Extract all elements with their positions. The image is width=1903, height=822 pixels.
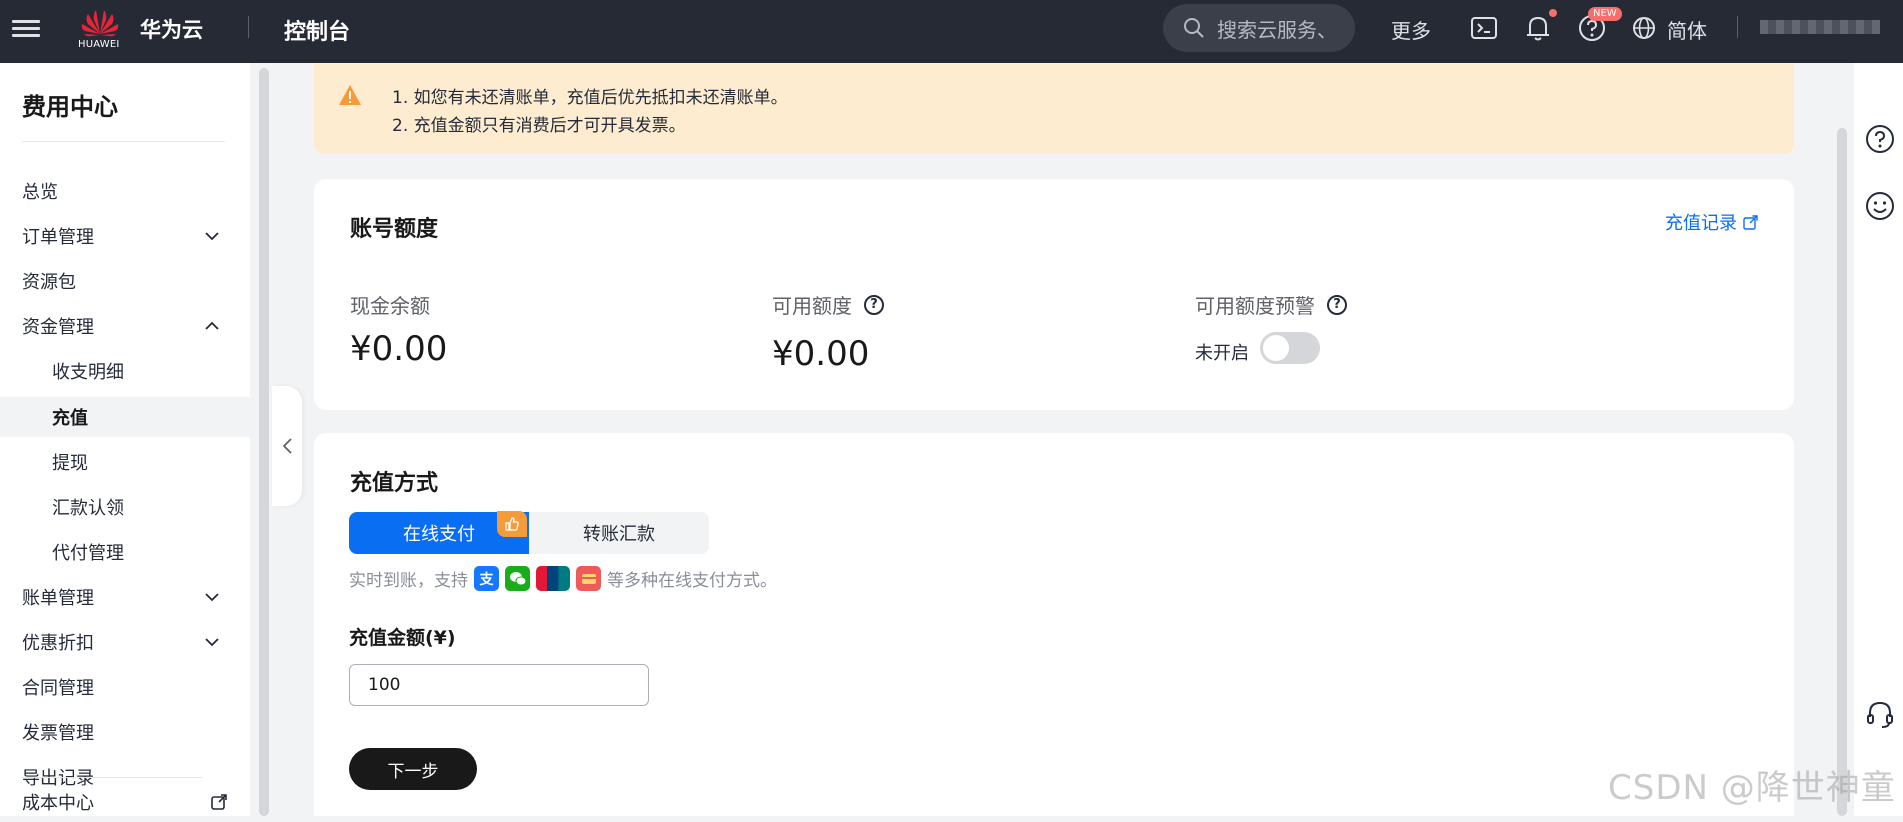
console-title[interactable]: 控制台 [284,14,350,46]
notice-line-1: 1. 如您有未还清账单，充值后优先抵扣未还清账单。 [392,88,788,108]
recharge-records-link[interactable]: 充值记录 [1665,209,1758,235]
sidebar-title: 费用中心 [22,93,118,121]
sidebar-item-label: 资金管理 [22,317,94,338]
sidebar-item-label: 汇款认领 [52,498,124,519]
recharge-records-label: 充值记录 [1665,213,1737,234]
sidebar-item-proxy-payment[interactable]: 代付管理 [0,532,250,572]
tab-bank-transfer[interactable]: 转账汇款 [529,512,709,554]
sidebar-item-funds[interactable]: 资金管理 [0,306,250,346]
sidebar-item-orders[interactable]: 订单管理 [0,216,250,256]
recharge-amount-label: 充值金额(¥) [349,627,456,649]
help-icon[interactable] [1864,123,1896,155]
cash-balance-label-text: 现金余额 [350,294,430,318]
sidebar: 费用中心 总览 订单管理 资源包 资金管理 收支明细 充值 提现 汇款认领 代付… [0,63,250,816]
sidebar-item-transactions[interactable]: 收支明细 [0,351,250,391]
search-icon [1184,18,1204,38]
sidebar-item-label: 收支明细 [52,362,124,383]
sidebar-item-label: 发票管理 [22,723,94,744]
sidebar-item-contracts[interactable]: 合同管理 [0,667,250,707]
external-link-icon [211,794,227,810]
watermark: CSDN @降世神童 [1608,768,1896,808]
divider [1737,16,1738,38]
account-quota-title: 账号额度 [350,217,439,242]
more-link[interactable]: 更多 [1391,15,1431,44]
notice-line-2: 2. 充值金额只有消费后才可开具发票。 [392,116,686,136]
chevron-down-icon [205,593,219,602]
sidebar-item-resource-packages[interactable]: 资源包 [0,261,250,301]
terminal-icon[interactable] [1468,12,1500,44]
collapse-sidebar-button[interactable] [272,386,302,506]
payment-description-prefix: 实时到账，支持 [349,571,468,591]
available-quota-label: 可用额度? [772,290,884,319]
chevron-left-icon [282,438,292,454]
sidebar-item-overview[interactable]: 总览 [0,171,250,211]
unionpay-icon [536,566,570,591]
sidebar-item-bills[interactable]: 账单管理 [0,577,250,617]
notification-dot [1549,9,1557,17]
sidebar-item-recharge[interactable]: 充值 [0,397,250,437]
cash-balance-label: 现金余额 [350,290,430,319]
warning-icon [339,85,361,105]
sidebar-scrollbar[interactable] [259,68,269,816]
user-account-blurred[interactable] [1760,20,1880,34]
help-icon[interactable]: ? [1327,294,1347,315]
right-float-bar [1854,63,1903,816]
sidebar-item-discounts[interactable]: 优惠折扣 [0,622,250,662]
search-input[interactable]: 搜索云服务、 [1163,4,1355,52]
available-quota-value: ¥0.00 [772,334,870,374]
quota-warning-toggle[interactable] [1260,332,1320,364]
cash-balance-value: ¥0.00 [350,329,448,369]
sidebar-item-label: 优惠折扣 [22,633,94,654]
quota-warning-label-text: 可用额度预警 [1195,294,1315,318]
main-scrollbar[interactable] [1837,128,1847,816]
sidebar-item-label: 代付管理 [52,543,124,564]
card-payment-icon [576,566,601,591]
divider [22,777,202,778]
wechat-pay-icon [505,566,530,591]
payment-description: 实时到账，支持 支 等多种在线支付方式。 [349,566,777,591]
thumbs-up-icon [497,511,527,537]
sidebar-item-cost-center[interactable]: 成本中心 [0,782,250,822]
sidebar-item-invoices[interactable]: 发票管理 [0,712,250,752]
bell-icon[interactable] [1522,12,1554,44]
sidebar-item-label: 合同管理 [22,678,94,699]
new-badge: NEW [1588,7,1622,21]
quota-warning-status: 未开启 [1195,343,1249,364]
divider [22,141,225,142]
payment-description-suffix: 等多种在线支付方式。 [607,571,777,591]
divider [248,16,249,38]
available-quota-label-text: 可用额度 [772,294,852,318]
search-placeholder: 搜索云服务、 [1217,17,1337,42]
language-switch[interactable]: 简体 [1667,15,1707,44]
notice-banner: 1. 如您有未还清账单，充值后优先抵扣未还清账单。 2. 充值金额只有消费后才可… [314,64,1794,154]
external-link-icon [1743,214,1758,230]
globe-icon[interactable] [1630,12,1658,44]
brand-name[interactable]: 华为云 [140,14,203,44]
recharge-method-card: 充值方式 在线支付 转账汇款 实时到账，支持 支 等多种在线支付方式。 充值金额… [314,433,1794,816]
smiley-feedback-icon[interactable] [1864,190,1896,222]
sidebar-item-label: 成本中心 [22,793,94,814]
sidebar-item-label: 订单管理 [22,227,94,248]
sidebar-item-label: 充值 [52,408,88,429]
sidebar-item-label: 资源包 [22,272,76,293]
sidebar-item-remittance-claim[interactable]: 汇款认领 [0,487,250,527]
quota-warning-label: 可用额度预警? [1195,290,1347,319]
help-icon[interactable]: ? [864,294,884,315]
headset-support-icon[interactable] [1864,699,1896,731]
sidebar-item-label: 总览 [22,182,58,203]
recharge-amount-input[interactable] [349,664,649,706]
sidebar-item-withdraw[interactable]: 提现 [0,442,250,482]
hamburger-menu-icon[interactable] [12,16,40,44]
sidebar-item-label: 账单管理 [22,588,94,609]
sidebar-item-label: 提现 [52,453,88,474]
chevron-down-icon [205,232,219,241]
logo-text: HUAWEI [78,39,120,50]
recharge-method-title: 充值方式 [350,471,439,496]
top-bar: HUAWEI 华为云 控制台 搜索云服务、 更多 NEW 简体 [0,0,1903,63]
account-quota-card: 账号额度 充值记录 现金余额 ¥0.00 可用额度? ¥0.00 可用额度预警?… [314,179,1794,410]
chevron-up-icon [205,321,219,330]
alipay-icon: 支 [474,566,499,591]
chevron-down-icon [205,638,219,647]
next-step-button[interactable]: 下一步 [349,748,477,790]
